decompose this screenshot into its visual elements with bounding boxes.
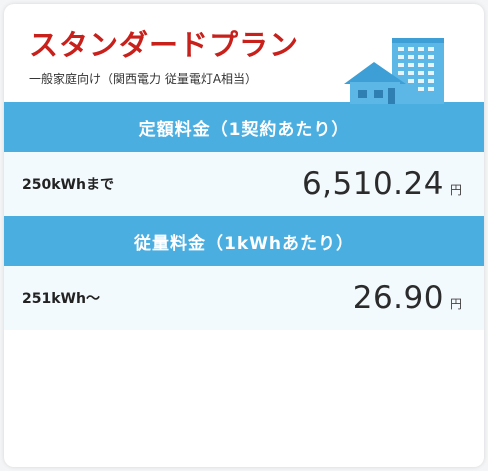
usage-fee-unit: 円	[449, 297, 462, 311]
plan-title: スタンダードプラン	[29, 28, 300, 62]
basic-fee-value: 6,510.24 円	[302, 166, 462, 202]
plan-subtitle: 一般家庭向け（関西電力 従量電灯A相当）	[29, 72, 258, 86]
basic-fee-label: 250kWhまで	[22, 177, 114, 193]
basic-fee-row: 250kWhまで 6,510.24 円	[4, 152, 484, 216]
basic-fee-header: 定額料金（1契約あたり）	[4, 102, 484, 152]
usage-fee-amount: 26.90	[352, 280, 444, 316]
basic-fee-amount: 6,510.24	[301, 166, 444, 202]
house-and-building-icon	[344, 38, 444, 104]
plan-header: スタンダードプラン 一般家庭向け（関西電力 従量電灯A相当）	[4, 4, 484, 104]
usage-fee-header: 従量料金（1kWhあたり）	[4, 216, 484, 266]
basic-fee-unit: 円	[449, 183, 462, 197]
plan-card: スタンダードプラン 一般家庭向け（関西電力 従量電灯A相当） 定額料金（1契約あ…	[4, 4, 484, 467]
usage-fee-label: 251kWh～	[22, 291, 100, 307]
usage-fee-row: 251kWh～ 26.90 円	[4, 266, 484, 330]
usage-fee-value: 26.90 円	[353, 280, 462, 316]
